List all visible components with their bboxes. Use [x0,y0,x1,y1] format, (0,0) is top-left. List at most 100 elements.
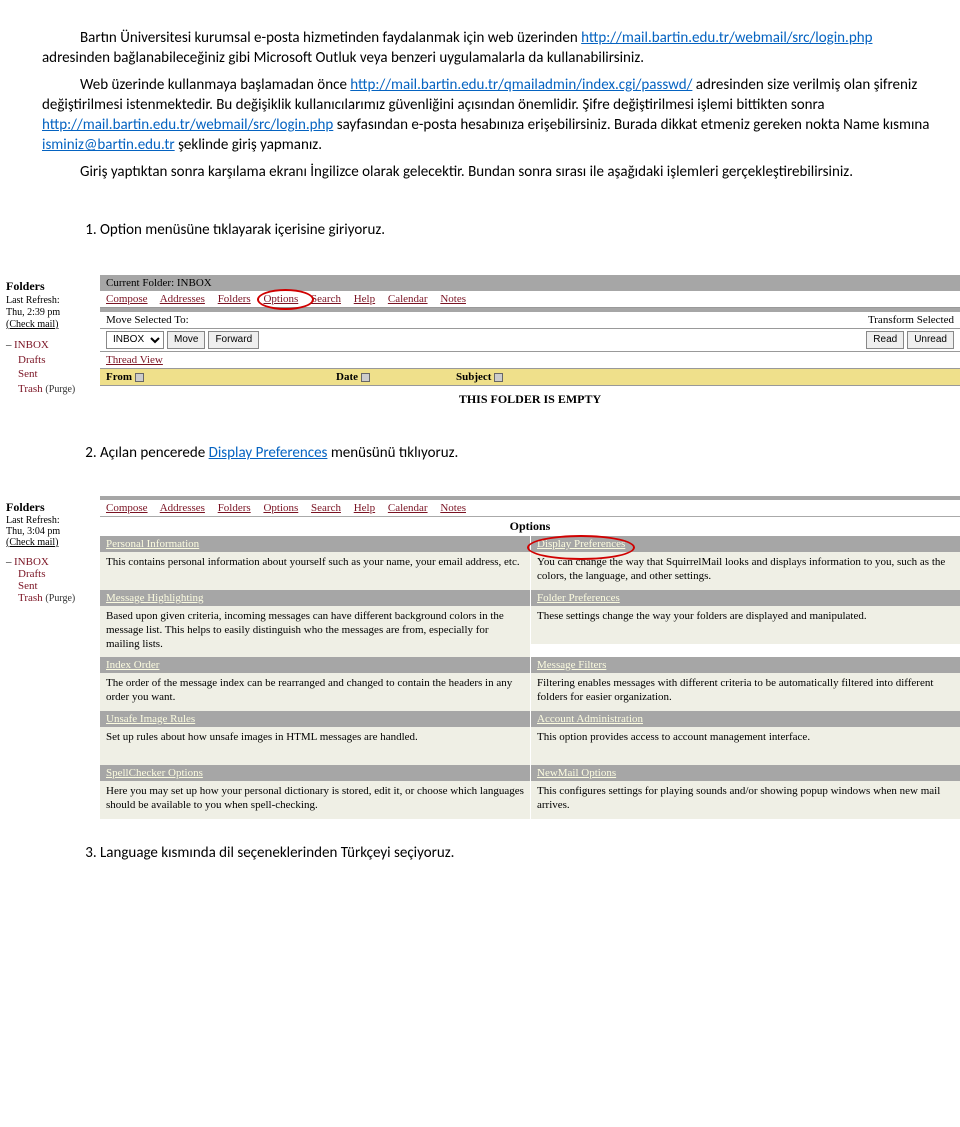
step-1: Option menüsüne tıklayarak içerisine gir… [100,220,942,241]
sidebar: Folders Last Refresh: Thu, 3:04 pm (Chec… [0,496,100,608]
folder-list: –INBOX Drafts Sent Trash (Purge) [6,556,96,604]
options-cell-right: Display Preferences You can change the wa… [530,536,960,590]
folder-inbox[interactable]: INBOX [14,339,49,351]
action-row: Move Selected To: Transform Selected [100,312,960,329]
options-cell-right: Account AdministrationThis option provid… [530,711,960,765]
folder-inbox[interactable]: INBOX [14,556,49,568]
option-description: Based upon given criteria, incoming mess… [100,606,530,657]
text: sayfasından e-posta hesabınıza erişebili… [337,116,930,134]
options-cell-left: Unsafe Image RulesSet up rules about how… [100,711,530,765]
option-link[interactable]: Display Preferences [537,538,625,550]
email-example[interactable]: isminiz@bartin.edu.tr [42,136,175,154]
option-description: You can change the way that SquirrelMail… [530,552,960,590]
transform-label: Transform Selected [868,314,954,326]
options-row: Personal Information This contains person… [100,536,960,590]
menu-options[interactable]: Options [263,293,298,305]
passwd-link[interactable]: http://mail.bartin.edu.tr/qmailadmin/ind… [350,76,692,94]
unread-button[interactable] [907,331,954,349]
menu-notes[interactable]: Notes [440,502,466,514]
menubar: Compose Addresses Folders Options Search… [100,291,960,308]
menu-compose[interactable]: Compose [106,502,148,514]
menu-folders[interactable]: Folders [218,293,251,305]
options-cell-left: Personal Information This contains person… [100,536,530,590]
col-date[interactable]: Date [336,371,358,383]
sidebar-title: Folders [6,279,96,294]
step-3: Language kısmında dil seçeneklerinden Tü… [100,843,942,864]
option-link[interactable]: Account Administration [537,713,643,725]
options-cell-left: Index OrderThe order of the message inde… [100,657,530,711]
menu-help[interactable]: Help [354,502,375,514]
login-link-1[interactable]: http://mail.bartin.edu.tr/webmail/src/lo… [581,29,872,47]
options-row: SpellChecker Options Here you may set up … [100,765,960,819]
option-link[interactable]: Index Order [106,659,159,671]
options-row: Unsafe Image RulesSet up rules about how… [100,711,960,765]
last-refresh-label: Last Refresh: [6,295,96,307]
move-label: Move Selected To: [106,314,189,326]
text: şeklinde giriş yapmanız. [178,136,322,154]
option-link[interactable]: Folder Preferences [537,592,620,604]
empty-folder-message: THIS FOLDER IS EMPTY [100,386,960,417]
step-2: Açılan pencerede Display Preferences men… [100,443,942,464]
last-refresh-time: Thu, 3:04 pm [6,526,96,537]
move-folder-select[interactable]: INBOX [106,331,164,349]
menu-search[interactable]: Search [311,293,341,305]
last-refresh-label: Last Refresh: [6,515,96,526]
menu-folders[interactable]: Folders [218,502,251,514]
forward-button[interactable] [208,331,259,349]
folder-sent[interactable]: Sent [18,580,38,592]
menu-notes[interactable]: Notes [440,293,466,305]
display-preferences-link[interactable]: Display Preferences [209,444,328,462]
check-mail-link[interactable]: (Check mail) [6,537,96,548]
menu-addresses[interactable]: Addresses [160,502,205,514]
login-link-2[interactable]: http://mail.bartin.edu.tr/webmail/src/lo… [42,116,333,134]
menu-search[interactable]: Search [311,502,341,514]
folder-drafts[interactable]: Drafts [18,354,46,366]
option-description: Here you may set up how your personal di… [100,781,530,819]
move-button[interactable] [167,331,205,349]
checkbox-icon[interactable] [494,373,503,382]
mail-main: Current Folder: INBOX Compose Addresses … [100,275,960,417]
purge-link[interactable]: (Purge) [45,593,75,604]
option-description: This contains personal information about… [100,552,530,590]
menu-calendar[interactable]: Calendar [388,293,428,305]
options-cell-left: SpellChecker Options Here you may set up … [100,765,530,819]
purge-link[interactable]: (Purge) [45,384,75,395]
sidebar: Folders Last Refresh: Thu, 2:39 pm (Chec… [0,275,100,417]
option-link[interactable]: Unsafe Image Rules [106,713,195,725]
option-link[interactable]: Message Highlighting [106,592,203,604]
column-headers: From Date Subject [100,369,960,386]
folder-trash[interactable]: Trash [18,592,43,604]
menu-addresses[interactable]: Addresses [160,293,205,305]
read-button[interactable] [866,331,904,349]
options-cell-right: NewMail Options This configures settings … [530,765,960,819]
option-link[interactable]: Personal Information [106,538,199,550]
check-mail-link[interactable]: (Check mail) [6,319,96,330]
option-description: This configures settings for playing sou… [530,781,960,819]
col-from[interactable]: From [106,371,132,383]
col-subject[interactable]: Subject [456,371,491,383]
checkbox-icon[interactable] [361,373,370,382]
intro-paragraph-3: Giriş yaptıktan sonra karşılama ekranı İ… [42,162,942,182]
text: Açılan pencerede [100,444,209,462]
screenshot-options: Folders Last Refresh: Thu, 3:04 pm (Chec… [0,496,960,819]
folder-sent[interactable]: Sent [18,368,38,380]
menu-options[interactable]: Options [263,502,298,514]
menu-compose[interactable]: Compose [106,293,148,305]
intro-paragraph-2: Web üzerinde kullanmaya başlamadan önce … [42,75,942,156]
thread-view-link[interactable]: Thread View [106,354,163,366]
thread-view-row: Thread View [100,352,960,369]
folder-drafts[interactable]: Drafts [18,568,46,580]
menu-calendar[interactable]: Calendar [388,502,428,514]
step-3-text: Language kısmında dil seçeneklerinden Tü… [100,844,454,862]
option-link[interactable]: Message Filters [537,659,606,671]
option-link[interactable]: SpellChecker Options [106,767,203,779]
folder-trash[interactable]: Trash [18,383,43,395]
last-refresh-time: Thu, 2:39 pm [6,307,96,319]
menu-help[interactable]: Help [354,293,375,305]
checkbox-icon[interactable] [135,373,144,382]
options-main: Compose Addresses Folders Options Search… [100,496,960,819]
text: menüsünü tıklıyoruz. [327,444,458,462]
options-cell-right: Message FiltersFiltering enables message… [530,657,960,711]
text: adresinden bağlanabileceğiniz gibi Micro… [42,49,644,67]
option-link[interactable]: NewMail Options [537,767,616,779]
